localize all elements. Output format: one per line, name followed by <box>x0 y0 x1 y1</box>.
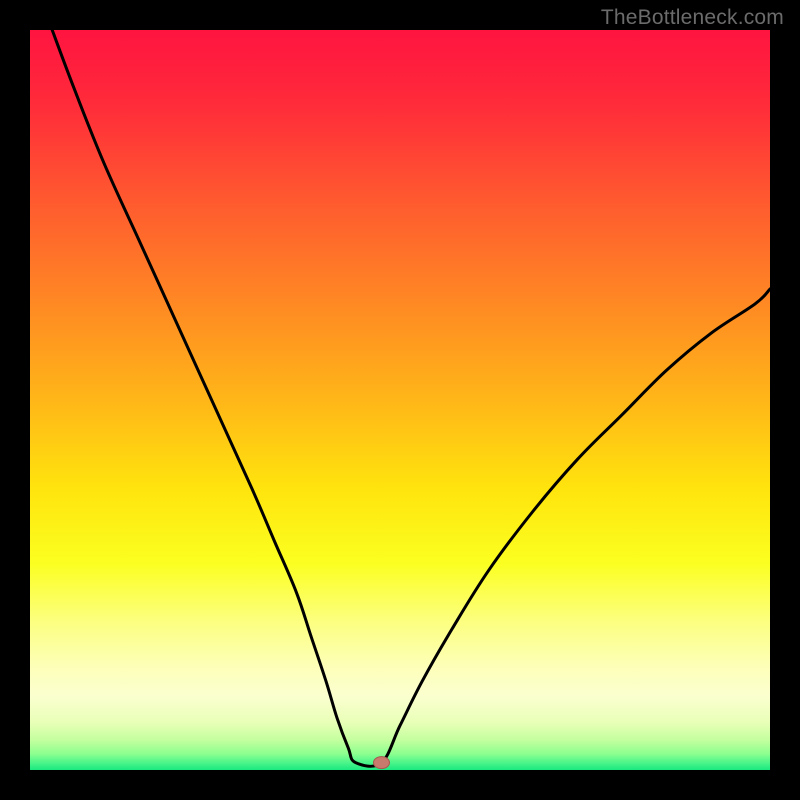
heat-gradient-background <box>30 30 770 770</box>
watermark-text: TheBottleneck.com <box>601 6 784 30</box>
plot-area <box>30 30 770 770</box>
gradient-rect <box>30 30 770 770</box>
chart-frame: TheBottleneck.com <box>0 0 800 800</box>
